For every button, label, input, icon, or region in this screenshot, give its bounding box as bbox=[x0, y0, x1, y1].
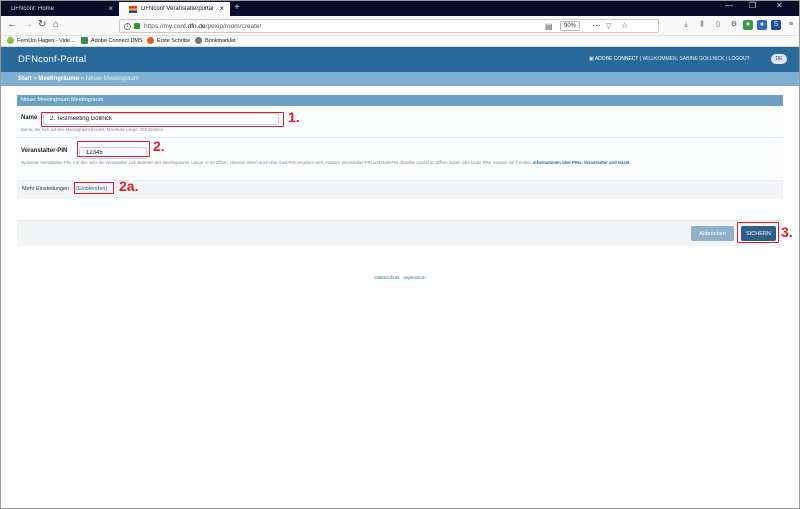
logout-link[interactable]: LOGOUT bbox=[729, 56, 750, 62]
tab-title: DFNconf Veranstalterportal bbox=[141, 6, 214, 12]
breadcrumb-sep: » bbox=[80, 76, 85, 82]
minimize-button[interactable]: — bbox=[725, 1, 733, 10]
bookmark-fernuni[interactable]: FernUni Hagen - Vide... bbox=[7, 37, 75, 44]
breadcrumb: Start » Meetingräume » Neuer Meetingraum bbox=[1, 72, 799, 86]
pin-label: Veranstalter-PIN bbox=[21, 148, 68, 154]
welcome-text: WILLKOMMEN, SABINE GOLLNICK bbox=[642, 56, 725, 62]
pin-help-body: Optionale Veranstalter-PIN. Für den oder… bbox=[21, 160, 532, 165]
bookmark-label: Bookmarklet bbox=[205, 37, 236, 44]
back-arrow-icon[interactable]: ← bbox=[7, 19, 17, 30]
step-3-label: 3. bbox=[781, 224, 793, 240]
info-icon[interactable]: i bbox=[124, 22, 131, 30]
extension-green-icon[interactable]: ● bbox=[743, 20, 753, 30]
url-prefix: https://my.conf. bbox=[144, 22, 188, 30]
url-path: /pexip/room/create/ bbox=[205, 22, 262, 30]
dfn-favicon-icon bbox=[129, 5, 137, 13]
reader-view-icon[interactable]: ▤ bbox=[545, 22, 553, 31]
breadcrumb-rooms[interactable]: Meetingräume bbox=[38, 76, 79, 82]
site-header: DFNconf-Portal ▣ ADOBE CONNECT | WILLKOM… bbox=[1, 47, 799, 72]
imprint-link[interactable]: Impressum bbox=[403, 275, 425, 280]
extension-gear-icon[interactable]: ⚙ bbox=[729, 20, 739, 30]
step-2a-label: 2a. bbox=[119, 178, 139, 194]
adobe-connect-link[interactable]: ADOBE CONNECT bbox=[595, 56, 639, 62]
star-icon[interactable]: ☆ bbox=[621, 21, 628, 30]
new-tab-button[interactable]: + bbox=[234, 2, 240, 13]
forward-arrow-icon[interactable]: → bbox=[23, 19, 33, 30]
more-dots-icon[interactable]: ··· bbox=[592, 20, 601, 30]
monitor-icon: ▣ bbox=[589, 56, 594, 62]
bookmark-label: Erste Schritte bbox=[157, 37, 191, 44]
bookmark-bookmarklet[interactable]: Bookmarklet bbox=[195, 37, 236, 44]
sidebar-icon[interactable]: ▯ bbox=[713, 20, 723, 30]
name-help-text: Name, der sich auf den Meetingraum bezie… bbox=[21, 127, 165, 132]
maximize-button[interactable]: ❐ bbox=[749, 1, 756, 10]
tab-title: DFNconf: Home bbox=[11, 6, 55, 12]
lock-icon bbox=[134, 23, 140, 29]
highlight-more-link bbox=[74, 182, 114, 194]
bookmark-label: Adobe Connect DMS bbox=[91, 37, 143, 44]
site-title[interactable]: DFNconf-Portal bbox=[18, 54, 86, 65]
download-icon[interactable]: ⤓ bbox=[681, 20, 691, 30]
highlight-name-field bbox=[41, 112, 284, 127]
address-bar[interactable]: i https://my.conf. dfn.de /pexip/room/cr… bbox=[119, 19, 659, 33]
bookmark-adobe-connect[interactable]: Adobe Connect DMS bbox=[81, 37, 143, 44]
bookmark-favicon-icon bbox=[81, 37, 88, 44]
extension-s-icon[interactable]: S bbox=[771, 20, 781, 30]
home-icon[interactable]: ⌂ bbox=[53, 19, 59, 30]
tab-veranstalterportal[interactable]: DFNconf Veranstalterportal × bbox=[119, 2, 230, 16]
footer: Datenschutz · Impressum bbox=[1, 275, 799, 280]
close-icon[interactable]: × bbox=[108, 4, 113, 13]
cancel-button[interactable]: Abbrechen bbox=[691, 226, 734, 241]
pin-help-text: Optionale Veranstalter-PIN. Für den oder… bbox=[21, 160, 631, 165]
more-settings-label: Mehr Einstellungen bbox=[22, 186, 70, 192]
browser-tab-bar: DFNconf: Home × DFNconf Veranstalterport… bbox=[1, 1, 799, 16]
bookmarks-bar: FernUni Hagen - Vide... Adobe Connect DM… bbox=[1, 36, 799, 47]
step-1-label: 1. bbox=[288, 109, 300, 125]
url-domain: dfn.de bbox=[187, 22, 206, 30]
close-icon[interactable]: × bbox=[219, 4, 224, 13]
separator: | bbox=[639, 56, 642, 62]
extension-blue-icon[interactable]: ● bbox=[757, 20, 767, 30]
step-2-label: 2. bbox=[153, 138, 165, 154]
zoom-level[interactable]: 90% bbox=[560, 21, 581, 31]
bookmark-label: FernUni Hagen - Vide... bbox=[17, 37, 75, 44]
menu-icon[interactable]: ≡ bbox=[786, 20, 796, 30]
browser-nav-bar: ← → ↻ ⌂ i https://my.conf. dfn.de /pexip… bbox=[1, 16, 799, 36]
panel-title: Neuer Meetingraum Meetingraum bbox=[17, 95, 783, 106]
pocket-icon[interactable]: ▽ bbox=[606, 22, 611, 30]
tab-dfnconf-home[interactable]: DFNconf: Home × bbox=[1, 2, 119, 16]
window-close-button[interactable]: ✕ bbox=[776, 1, 783, 10]
breadcrumb-start[interactable]: Start bbox=[18, 76, 32, 82]
pin-info-link[interactable]: Informationen über PINs, Veranstalter un… bbox=[533, 160, 631, 165]
divider bbox=[17, 137, 783, 138]
footer-sep: · bbox=[400, 275, 403, 280]
bookmark-favicon-icon bbox=[7, 37, 14, 44]
privacy-link[interactable]: Datenschutz bbox=[374, 275, 399, 280]
library-icon[interactable]: ⫼ bbox=[697, 20, 707, 30]
header-links: ▣ ADOBE CONNECT | WILLKOMMEN, SABINE GOL… bbox=[589, 56, 750, 62]
globe-icon bbox=[195, 37, 202, 44]
separator: | bbox=[725, 56, 728, 62]
breadcrumb-sep: » bbox=[33, 76, 37, 82]
reload-icon[interactable]: ↻ bbox=[38, 19, 46, 30]
highlight-save-button bbox=[737, 222, 779, 243]
language-switch[interactable]: DE bbox=[771, 54, 787, 64]
breadcrumb-current: Neuer Meetingraum bbox=[85, 76, 139, 82]
highlight-pin-field bbox=[77, 141, 150, 157]
bookmark-erste-schritte[interactable]: Erste Schritte bbox=[147, 37, 190, 44]
name-label: Name bbox=[21, 115, 38, 121]
form-actions: Abbrechen SICHERN bbox=[17, 220, 783, 246]
bookmark-favicon-icon bbox=[147, 37, 154, 44]
